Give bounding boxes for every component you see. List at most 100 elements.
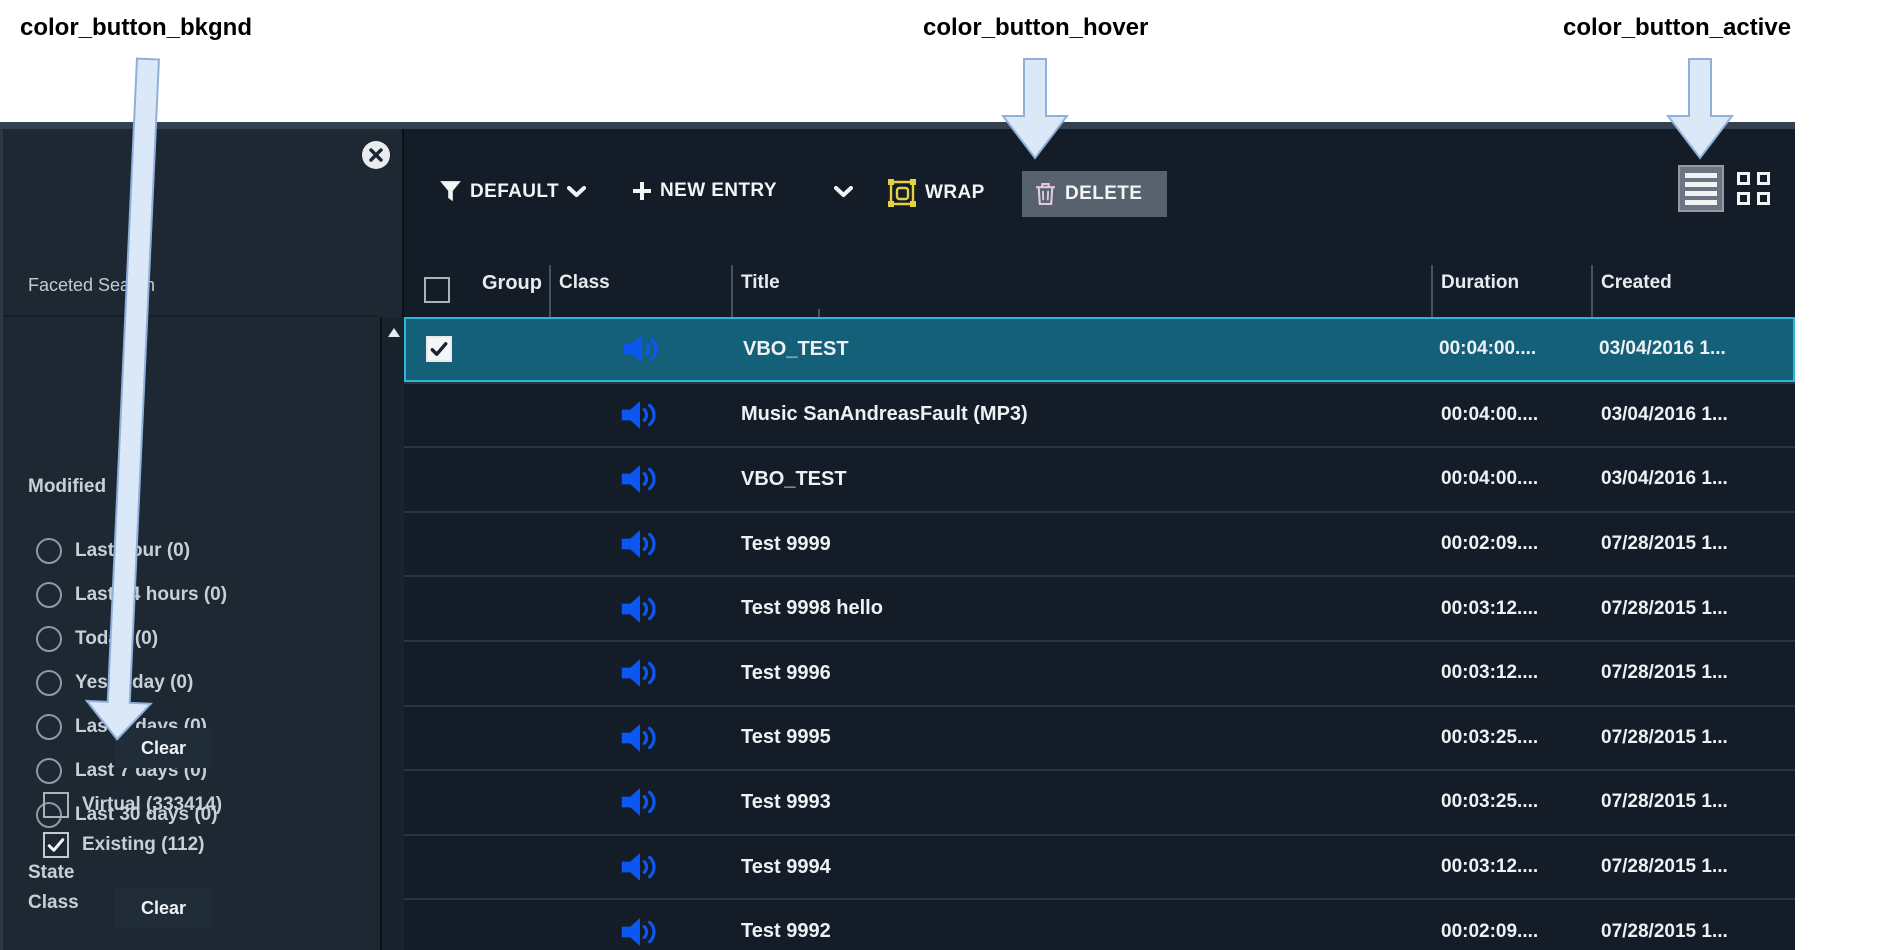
row-created: 03/04/2016 1... xyxy=(1591,468,1795,490)
filter-default-button[interactable]: DEFAULT xyxy=(433,179,592,204)
row-duration: 00:03:12.... xyxy=(1431,662,1591,684)
row-title: Test 9994 xyxy=(731,856,1431,879)
chevron-down-icon xyxy=(567,186,586,198)
row-title: Test 9999 xyxy=(731,533,1431,556)
sidebar-scrollbar[interactable] xyxy=(380,317,405,950)
grid-view-button[interactable] xyxy=(1737,172,1771,206)
row-duration: 00:04:00.... xyxy=(1431,468,1591,490)
facet-section-class: Class xyxy=(28,892,79,914)
row-title: Test 9993 xyxy=(731,791,1431,814)
wrap-icon xyxy=(887,178,917,208)
radio-icon xyxy=(36,670,62,696)
row-created: 07/28/2015 1... xyxy=(1591,791,1795,813)
filter-funnel-icon xyxy=(439,180,462,203)
column-header-duration[interactable]: Duration xyxy=(1441,272,1519,294)
radio-icon xyxy=(36,758,62,784)
row-duration: 00:04:00.... xyxy=(1429,338,1589,360)
audio-class-icon xyxy=(622,334,662,364)
list-view-icon xyxy=(1685,173,1717,178)
new-entry-button[interactable]: NEW ENTRY xyxy=(626,179,783,203)
window-top-border xyxy=(0,122,1795,129)
radio-icon xyxy=(36,626,62,652)
radio-icon xyxy=(36,714,62,740)
row-duration: 00:04:00.... xyxy=(1431,404,1591,426)
close-panel-button[interactable] xyxy=(362,141,390,169)
column-header-title[interactable]: Title xyxy=(741,272,780,294)
column-header-created[interactable]: Created xyxy=(1601,272,1672,294)
entry-table: VBO_TEST 00:04:00.... 03/04/2016 1... Mu… xyxy=(404,317,1795,950)
faceted-search-panel: Faceted Search Modified Last hour (0) La… xyxy=(0,129,402,950)
delete-button[interactable]: DELETE xyxy=(1022,171,1167,217)
grid-view-icon xyxy=(1737,172,1750,185)
wrap-button[interactable]: WRAP xyxy=(881,177,991,209)
callout-arrow-hover xyxy=(1001,58,1069,160)
row-title: Test 9996 xyxy=(731,662,1431,685)
table-header: Group Class Title Duration Created xyxy=(404,258,1795,317)
entry-list-panel: DEFAULT NEW ENTRY xyxy=(404,129,1795,950)
row-title: VBO_TEST xyxy=(731,468,1431,491)
audio-class-icon xyxy=(620,917,660,947)
checkbox-checked-icon xyxy=(43,832,69,858)
audio-class-icon xyxy=(620,787,660,817)
audio-class-icon xyxy=(620,594,660,624)
facet-option-virtual[interactable]: Virtual (333414) xyxy=(43,792,222,818)
radio-icon xyxy=(36,538,62,564)
column-header-group[interactable]: Group xyxy=(482,272,549,295)
audio-class-icon xyxy=(620,400,660,430)
audio-class-icon xyxy=(620,464,660,494)
close-icon xyxy=(369,148,383,162)
scroll-up-icon[interactable] xyxy=(388,328,400,337)
annotated-screenshot: color_button_bkgnd color_button_hover co… xyxy=(0,0,1882,950)
row-duration: 00:03:25.... xyxy=(1431,791,1591,813)
annotation-label-active: color_button_active xyxy=(1563,14,1791,42)
table-row[interactable]: Test 9994 00:03:12.... 07/28/2015 1... xyxy=(404,834,1795,899)
radio-icon xyxy=(36,582,62,608)
column-header-class[interactable]: Class xyxy=(559,272,610,294)
row-duration: 00:03:25.... xyxy=(1431,727,1591,749)
select-all-checkbox[interactable] xyxy=(424,277,450,303)
row-title: Test 9992 xyxy=(731,920,1431,943)
trash-icon xyxy=(1035,182,1056,206)
audio-class-icon xyxy=(620,658,660,688)
chevron-down-icon xyxy=(834,186,853,198)
row-duration: 00:02:09.... xyxy=(1431,921,1591,943)
audio-class-icon xyxy=(620,723,660,753)
plus-icon xyxy=(632,181,652,201)
annotation-label-bkgnd: color_button_bkgnd xyxy=(20,14,252,42)
table-row[interactable]: Test 9996 00:03:12.... 07/28/2015 1... xyxy=(404,640,1795,705)
table-row[interactable]: Test 9992 00:02:09.... 07/28/2015 1... xyxy=(404,898,1795,950)
row-checkbox-checked[interactable] xyxy=(426,336,452,362)
row-title: Test 9998 hello xyxy=(731,597,1431,620)
new-entry-dropdown-button[interactable] xyxy=(828,185,859,199)
row-created: 03/04/2016 1... xyxy=(1589,338,1793,360)
row-created: 03/04/2016 1... xyxy=(1591,404,1795,426)
list-view-button[interactable] xyxy=(1678,165,1724,212)
row-title: VBO_TEST xyxy=(733,338,1429,361)
row-created: 07/28/2015 1... xyxy=(1591,921,1795,943)
table-row[interactable]: VBO_TEST 00:04:00.... 03/04/2016 1... xyxy=(404,446,1795,511)
table-row[interactable]: Test 9995 00:03:25.... 07/28/2015 1... xyxy=(404,705,1795,770)
row-title: Test 9995 xyxy=(731,726,1431,749)
table-row[interactable]: Test 9999 00:02:09.... 07/28/2015 1... xyxy=(404,511,1795,576)
row-created: 07/28/2015 1... xyxy=(1591,533,1795,555)
checkbox-unchecked-icon xyxy=(43,792,69,818)
row-duration: 00:03:12.... xyxy=(1431,856,1591,878)
row-created: 07/28/2015 1... xyxy=(1591,856,1795,878)
table-row[interactable]: Test 9993 00:03:25.... 07/28/2015 1... xyxy=(404,769,1795,834)
facet-option-existing[interactable]: Existing (112) xyxy=(43,832,205,858)
panel-divider xyxy=(3,315,377,317)
row-created: 07/28/2015 1... xyxy=(1591,727,1795,749)
row-title: Music SanAndreasFault (MP3) xyxy=(731,403,1431,426)
table-row-selected[interactable]: VBO_TEST 00:04:00.... 03/04/2016 1... xyxy=(404,317,1795,382)
class-clear-button[interactable]: Clear xyxy=(115,888,212,928)
row-duration: 00:03:12.... xyxy=(1431,598,1591,620)
row-duration: 00:02:09.... xyxy=(1431,533,1591,555)
audio-class-icon xyxy=(620,529,660,559)
annotation-label-hover: color_button_hover xyxy=(923,14,1148,42)
table-row[interactable]: Test 9998 hello 00:03:12.... 07/28/2015 … xyxy=(404,575,1795,640)
row-created: 07/28/2015 1... xyxy=(1591,662,1795,684)
facet-section-state: State xyxy=(28,862,74,884)
table-row[interactable]: Music SanAndreasFault (MP3) 00:04:00....… xyxy=(404,382,1795,447)
callout-arrow-active xyxy=(1666,58,1734,160)
audio-class-icon xyxy=(620,852,660,882)
